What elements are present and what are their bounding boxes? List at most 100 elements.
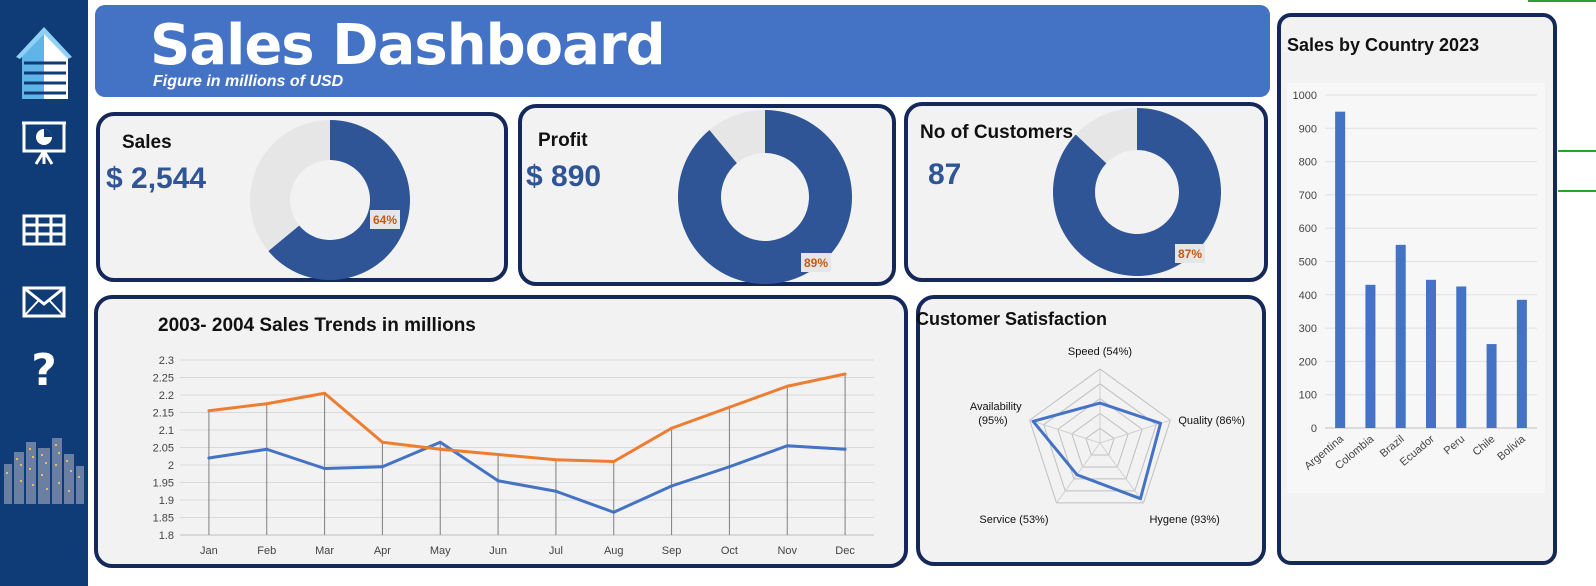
radar-axis-label: Service (53%)	[979, 514, 1048, 526]
line-chart-y-tick-label: 2.15	[153, 408, 174, 420]
help-icon[interactable]: ?	[0, 342, 88, 398]
line-chart-point	[727, 405, 731, 409]
bar-chart-y-tick-label: 700	[1299, 190, 1317, 202]
bar-argentina	[1335, 111, 1346, 429]
line-chart-y-tick-label: 2.2	[159, 390, 174, 402]
line-chart-x-tick-label: Jul	[549, 545, 563, 557]
bar-chart-y-tick-label: 1000	[1293, 90, 1317, 102]
line-chart-x-tick-label: Dec	[835, 545, 855, 557]
bar-peru	[1456, 286, 1467, 428]
sales-value: $ 2,544	[106, 162, 207, 195]
line-chart-point	[785, 444, 789, 448]
line-chart-y-tick-label: 2.3	[159, 355, 174, 367]
profit-title: Profit	[538, 130, 588, 151]
radar-axis-label: Quality (86%)	[1178, 415, 1245, 427]
bar-bolivia	[1516, 299, 1527, 428]
bar-chart-y-tick-label: 900	[1299, 123, 1317, 135]
radar-axis-label: Hygene (93%)	[1149, 514, 1219, 526]
bar-brazil	[1395, 244, 1406, 428]
line-chart-y-tick-label: 1.85	[153, 513, 174, 525]
line-chart-point	[207, 456, 211, 460]
decorative-line	[1528, 0, 1596, 2]
page-subtitle: Figure in millions of USD	[153, 73, 344, 90]
line-chart-point	[438, 440, 442, 444]
customer-satisfaction-radar-chart: Speed (54%) Quality (86%) Hygene (93%) Serv…	[970, 346, 1245, 526]
radar-axis-label: Speed (54%)	[1068, 346, 1132, 358]
customers-value: 87	[928, 158, 962, 191]
line-chart-point	[554, 489, 558, 493]
line-chart-y-tick-label: 2	[168, 460, 174, 472]
city-skyline-icon	[0, 432, 88, 506]
bar-chart-y-tick-label: 600	[1299, 223, 1317, 235]
line-chart-series-1	[208, 440, 846, 514]
help-glyph: ?	[31, 344, 57, 396]
line-chart-x-tick-label: Jan	[200, 545, 218, 557]
customers-percent-label-box: 87%	[1175, 244, 1205, 263]
line-chart-point	[727, 465, 731, 469]
radar-axis-label: Availability	[970, 401, 1022, 413]
customers-donut-chart: 87%	[1053, 108, 1221, 276]
line-chart-point	[323, 391, 327, 395]
line-chart-point	[380, 440, 384, 444]
bar-chart-y-tick-label: 800	[1299, 157, 1317, 169]
line-chart-point	[496, 479, 500, 483]
profit-donut-chart: 89%	[678, 110, 852, 284]
profit-percent-label-box: 89%	[801, 253, 831, 272]
line-chart-y-tick-label: 1.8	[159, 530, 174, 542]
line-chart-x-tick-label: Feb	[257, 545, 276, 557]
line-chart-y-tick-label: 2.25	[153, 373, 174, 385]
line-chart-x-tick-label: Oct	[721, 545, 738, 557]
line-chart-x-tick-label: Sep	[662, 545, 682, 557]
line-chart-x-tick-label: Nov	[777, 545, 797, 557]
profit-kpi-card: Profit $ 890 89%	[518, 104, 896, 286]
line-chart-y-tick-label: 1.9	[159, 495, 174, 507]
line-chart-y-tick-label: 2.1	[159, 425, 174, 437]
sales-by-country-bar-chart: 01002003004005006007008009001000Argentin…	[1287, 83, 1545, 493]
line-chart-y-tick-label: 1.95	[153, 478, 174, 490]
sales-by-country-card: Sales by Country 2023 0 100 200 300 400 500 60…	[1277, 13, 1557, 565]
line-chart-point	[207, 409, 211, 413]
line-chart-point	[843, 447, 847, 451]
sales-percent-label: 64%	[373, 213, 397, 227]
decorative-line	[1558, 190, 1596, 192]
sales-donut-remainder-slice	[250, 120, 330, 251]
sidebar: ?	[0, 0, 88, 586]
table-icon[interactable]	[0, 208, 88, 252]
bar-chile	[1486, 344, 1497, 428]
line-chart-series-2	[208, 372, 846, 463]
line-chart-point	[843, 372, 847, 376]
sales-trends-line-chart: 1.8 1.85 1.9 1.95 2 2.05 2.1 2.15 2.2 2.25 2.3 Jan F…	[153, 355, 874, 557]
page-title: Sales Dashboard	[150, 13, 666, 78]
building-logo-icon	[0, 22, 88, 102]
radar-axis-label-line2: (95%)	[978, 415, 1007, 427]
line-chart-point	[496, 453, 500, 456]
line-chart-point	[785, 384, 789, 388]
line-chart-x-tick-label: Mar	[315, 545, 334, 557]
bar-chart-y-tick-label: 300	[1299, 323, 1317, 335]
sales-percent-label-box: 64%	[370, 210, 400, 229]
sales-kpi-card: Sales $ 2,544 64%	[96, 112, 508, 282]
bar-ecuador	[1426, 279, 1436, 428]
bar-chart-y-tick-label: 0	[1311, 423, 1317, 435]
bar-chart-y-tick-label: 500	[1299, 257, 1317, 269]
bar-chart-y-tick-label: 400	[1299, 290, 1317, 302]
sales-title: Sales	[122, 132, 172, 153]
line-chart-point	[612, 460, 616, 463]
mail-icon[interactable]	[0, 280, 88, 324]
line-chart-point	[265, 447, 269, 451]
line-chart-point	[323, 467, 327, 470]
line-chart-point	[554, 458, 558, 462]
line-chart-point	[380, 465, 384, 469]
line-chart-x-tick-label: Apr	[374, 545, 391, 557]
line-chart-point	[438, 447, 442, 451]
customers-kpi-card: No of Customers 87 87%	[904, 102, 1268, 282]
sales-trends-card: 2003- 2004 Sales Trends in millions 1.8 1…	[94, 295, 908, 568]
presentation-icon[interactable]	[0, 118, 88, 168]
line-chart-point	[670, 484, 674, 488]
sales-donut-chart: 64%	[250, 120, 410, 280]
profit-value: $ 890	[526, 160, 602, 193]
line-chart-y-tick-label: 2.05	[153, 443, 174, 455]
bar-colombia	[1365, 284, 1376, 428]
decorative-line	[1558, 150, 1596, 152]
line-chart-point	[670, 426, 674, 430]
